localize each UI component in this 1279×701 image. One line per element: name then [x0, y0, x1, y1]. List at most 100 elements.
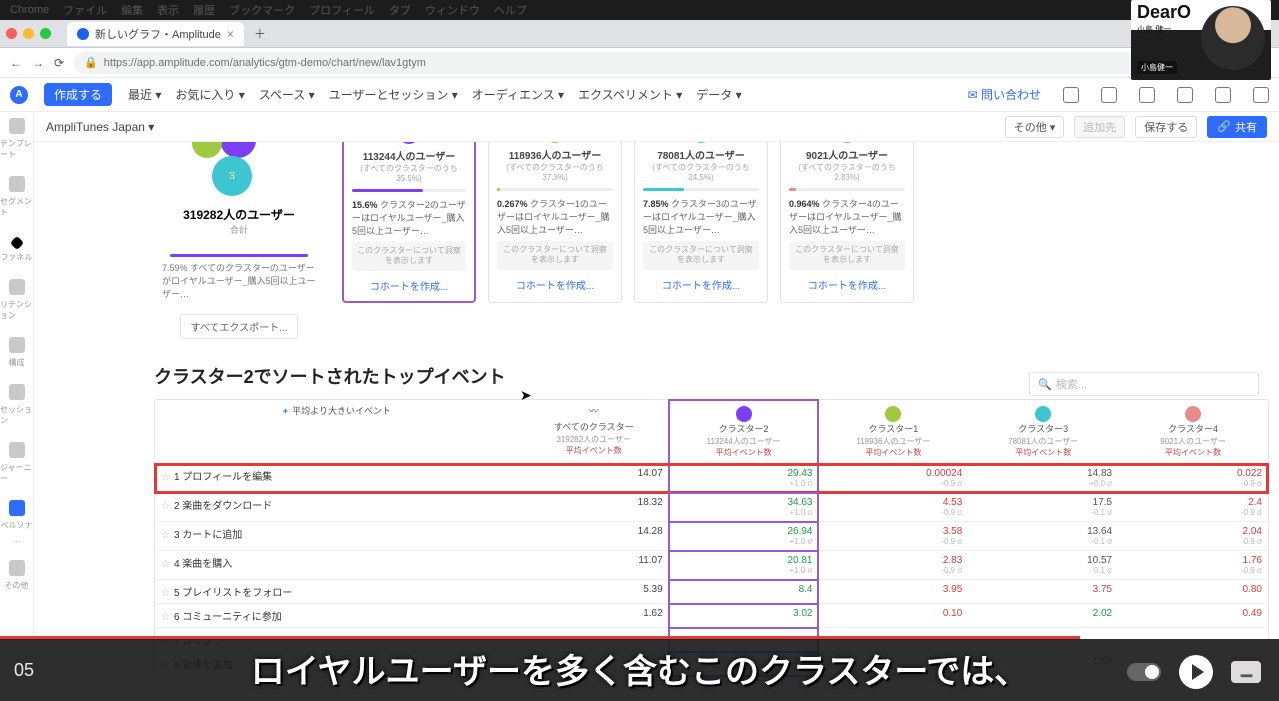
export-all-button[interactable]: すべてエクスポート... — [180, 314, 299, 339]
star-icon[interactable]: ☆ — [161, 588, 170, 599]
sidebar-templates-icon[interactable] — [9, 118, 25, 134]
create-button[interactable]: 作成する — [44, 83, 112, 106]
create-cohort-link[interactable]: コホートを作成... — [643, 275, 759, 294]
settings-icon[interactable] — [1253, 87, 1269, 103]
mac-menu-item[interactable]: 表示 — [157, 2, 179, 18]
sidebar-funnel-icon[interactable] — [9, 236, 23, 250]
lock-icon: 🔒 — [84, 56, 98, 69]
close-tab-icon[interactable]: × — [227, 27, 234, 41]
sidebar-more-icon[interactable] — [9, 560, 25, 576]
minimize-window-icon[interactable] — [23, 28, 34, 39]
star-icon[interactable]: ☆ — [161, 501, 170, 512]
pip-name-tag: 小島健一 — [1137, 61, 1177, 74]
sidebar-personas-icon[interactable] — [9, 500, 25, 516]
col-cluster[interactable]: クラスター49021人のユーザー平均イベント数 — [1118, 400, 1268, 464]
share-button[interactable]: 🔗 共有 — [1207, 116, 1267, 138]
value-cell: 0.00024-0.9 σ — [818, 464, 968, 493]
cluster-insight-note[interactable]: このクラスターについて洞察を表示します — [352, 242, 466, 271]
nav-item[interactable]: オーディエンス ▾ — [472, 88, 564, 102]
cluster-card[interactable]: 78081人のユーザー (すべてのクラスターのうち24.5%) 7.85% クラ… — [634, 142, 768, 303]
mac-menu-item[interactable]: ブックマーク — [229, 2, 295, 18]
mac-menu-item[interactable]: ウィンドウ — [425, 2, 480, 18]
value-cell: 18.32 — [519, 493, 669, 522]
mac-menu-item[interactable]: ヘルプ — [494, 2, 527, 18]
star-icon[interactable]: ☆ — [161, 472, 170, 483]
nav-item[interactable]: スペース ▾ — [259, 88, 315, 102]
create-cohort-link[interactable]: コホートを作成... — [352, 276, 466, 295]
mac-menu-item[interactable]: ファイル — [63, 2, 107, 18]
toolbar-icon-2[interactable] — [1101, 87, 1117, 103]
close-window-icon[interactable] — [6, 28, 17, 39]
zoom-window-icon[interactable] — [40, 28, 51, 39]
col-cluster[interactable]: クラスター2113244人のユーザー平均イベント数 — [669, 400, 819, 464]
nav-item[interactable]: 最近 ▾ — [128, 88, 161, 102]
toolbar-icon-4[interactable] — [1177, 87, 1193, 103]
table-row[interactable]: ☆3 カートに追加 14.2826.94+1.0 σ3.58-0.9 σ13.6… — [155, 522, 1268, 551]
inquiry-link[interactable]: ✉ 問い合わせ — [968, 86, 1041, 103]
table-row[interactable]: ☆6 コミューニティに参加 1.623.020.102.020.49 — [155, 604, 1268, 628]
address-bar[interactable]: 🔒 https://app.amplitude.com/analytics/gt… — [74, 52, 1150, 74]
col-events: +平均より大きいイベント — [155, 400, 519, 464]
cluster-card[interactable]: 9021人のユーザー (すべてのクラスターのうち2.83%) 0.964% クラ… — [780, 142, 914, 303]
browser-toolbar: ← → ⟳ 🔒 https://app.amplitude.com/analyt… — [0, 48, 1279, 78]
nav-item[interactable]: データ ▾ — [696, 88, 741, 102]
forward-icon[interactable]: → — [32, 56, 44, 70]
star-icon[interactable]: ☆ — [161, 530, 170, 541]
col-cluster[interactable]: クラスター378081人のユーザー平均イベント数 — [968, 400, 1118, 464]
create-cohort-link[interactable]: コホートを作成... — [789, 275, 905, 294]
sidebar-segmentation-icon[interactable] — [9, 176, 25, 192]
value-cell: 2.04-0.9 σ — [1118, 522, 1268, 551]
project-selector[interactable]: AmpliTunes Japan ▾ — [46, 120, 154, 134]
reload-icon[interactable]: ⟳ — [54, 56, 64, 70]
play-button[interactable] — [1179, 655, 1213, 689]
mac-menu-item[interactable]: タブ — [389, 2, 411, 18]
mac-menu-item[interactable]: Chrome — [10, 4, 49, 16]
mac-menu-item[interactable]: 編集 — [121, 2, 143, 18]
amplitude-logo-icon[interactable]: A — [10, 86, 28, 104]
table-row[interactable]: ☆5 プレイリストをフォロー 5.398.43.953.750.80 — [155, 580, 1268, 604]
toolbar-icon-1[interactable] — [1063, 87, 1079, 103]
mac-menu-item[interactable]: 履歴 — [193, 2, 215, 18]
toolbar-icon-5[interactable] — [1215, 87, 1231, 103]
table-row[interactable]: ☆2 楽曲をダウンロード 18.3234.63+1.0 σ4.53-0.9 σ1… — [155, 493, 1268, 522]
sidebar-composition-icon[interactable] — [9, 337, 25, 353]
cluster-insight-note[interactable]: このクラスターについて洞察を表示します — [497, 241, 613, 270]
toolbar-icon-3[interactable] — [1139, 87, 1155, 103]
cluster-card[interactable]: 113244人のユーザー (すべてのクラスターのうち35.5%) 15.6% ク… — [342, 142, 476, 303]
expand-icon[interactable]: + — [283, 406, 288, 416]
nav-item[interactable]: お気に入り ▾ — [175, 88, 244, 102]
app-nav: A 作成する 最近 ▾ お気に入り ▾ スペース ▾ ユーザーとセッション ▾ オーディ… — [0, 78, 1279, 112]
table-search-input[interactable]: 🔍 検索... — [1029, 372, 1259, 396]
autoplay-toggle[interactable] — [1127, 663, 1161, 681]
sidebar-retention-icon[interactable] — [9, 279, 25, 295]
nav-item[interactable]: エクスペリメント ▾ — [578, 88, 682, 102]
back-icon[interactable]: ← — [10, 56, 22, 70]
browser-tab[interactable]: 新しいグラフ・Amplitude × — [67, 22, 244, 46]
cluster-insight-note[interactable]: このクラスターについて洞察を表示します — [643, 241, 759, 270]
col-cluster[interactable]: クラスター1118936人のユーザー平均イベント数 — [818, 400, 968, 464]
sidebar-journeys-icon[interactable] — [9, 442, 25, 458]
bubble-cluster3-icon[interactable]: 3 — [212, 156, 252, 196]
table-row[interactable]: ☆4 楽曲を購入 11.0720.81+1.0 σ2.83-0.9 σ10.57… — [155, 551, 1268, 580]
create-cohort-link[interactable]: コホートを作成... — [497, 275, 613, 294]
col-cluster[interactable]: 〰 すべてのクラスター319282人のユーザー平均イベント数 — [519, 400, 669, 464]
value-cell: 2.4-0.9 σ — [1118, 493, 1268, 522]
cluster-card[interactable]: 118936人のユーザー (すべてのクラスターのうち37.3%) 0.267% … — [488, 142, 622, 303]
cluster-insight-note[interactable]: このクラスターについて洞察を表示します — [789, 241, 905, 270]
nav-item[interactable]: ユーザーとセッション ▾ — [329, 88, 458, 102]
sidebar-sessions-icon[interactable] — [9, 384, 25, 400]
value-cell: 0.80 — [1118, 580, 1268, 604]
mac-menu-item[interactable]: プロフィール — [309, 2, 375, 18]
star-icon[interactable]: ☆ — [161, 612, 170, 623]
cluster-share: (すべてのクラスターのうち24.5%) — [643, 162, 759, 182]
captions-button[interactable]: ▂▂ — [1231, 661, 1261, 683]
table-row[interactable]: ☆1 プロフィールを編集 14.0729.43+1.0 σ0.00024-0.9… — [155, 464, 1268, 493]
save-button[interactable]: 保存する — [1135, 116, 1197, 138]
star-icon[interactable]: ☆ — [161, 559, 170, 570]
add-to-button[interactable]: 追加先 — [1074, 116, 1125, 138]
window-controls[interactable] — [6, 28, 51, 39]
left-sidebar: テンプレート セグメント ファネル リテンション 構成 セッション ジャーニー … — [0, 112, 34, 701]
other-menu[interactable]: その他 ▾ — [1005, 116, 1065, 138]
new-tab-button[interactable]: ＋ — [250, 25, 270, 42]
cluster-pct-text: 15.6% クラスター2のユーザーはロイヤルユーザー_購入5回以上ユーザー… — [352, 198, 466, 237]
